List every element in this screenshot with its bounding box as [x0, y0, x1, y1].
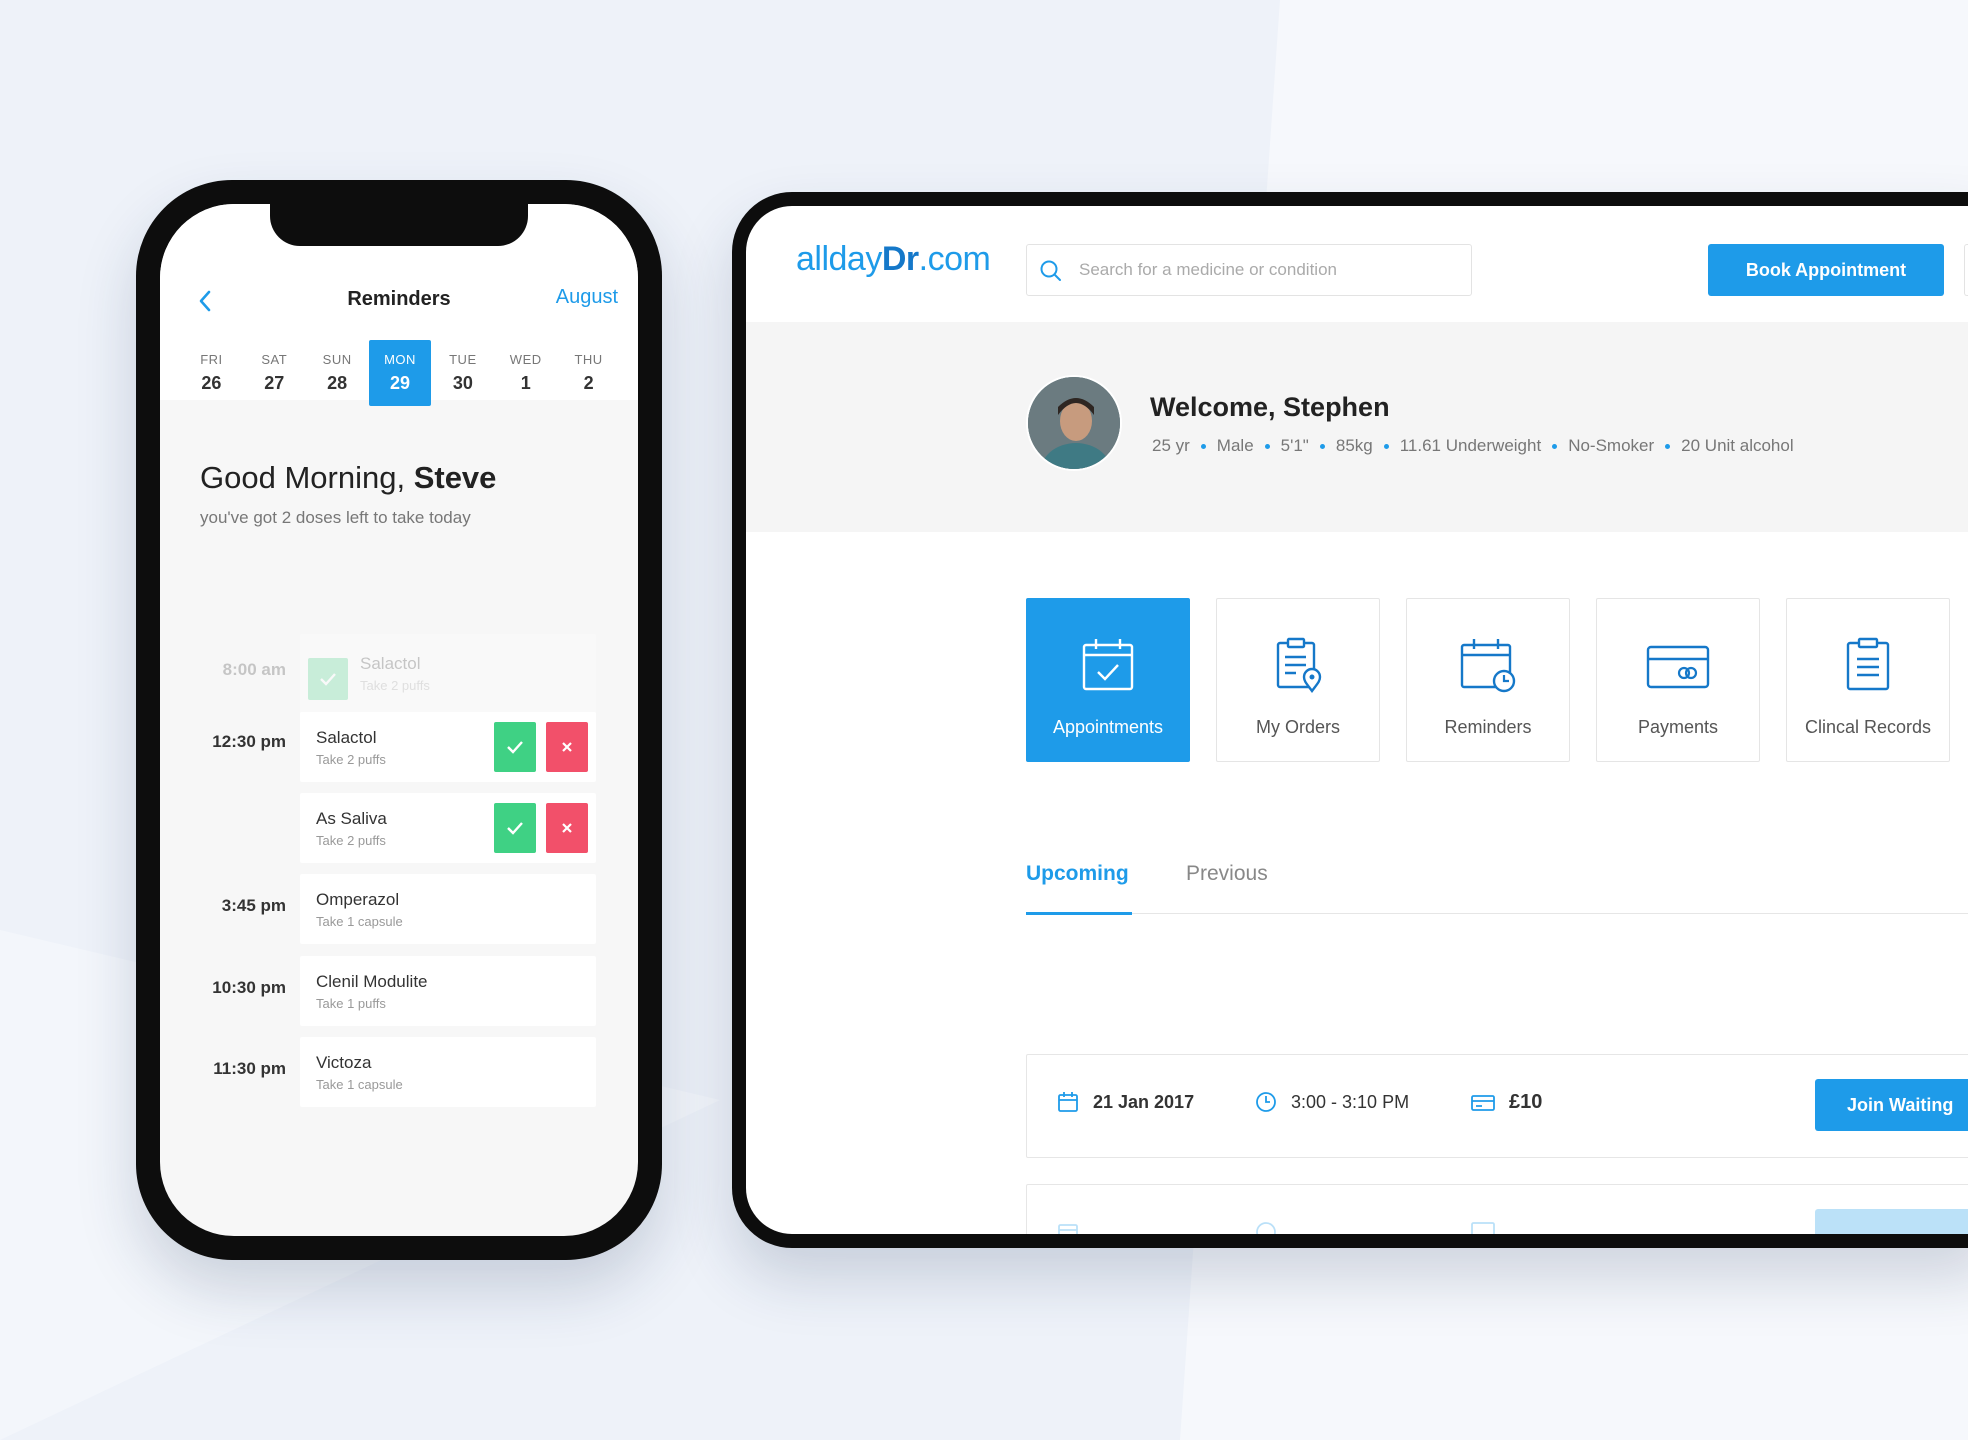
clipboard-pin-icon — [1276, 637, 1322, 693]
greeting: Good Morning, Steve — [200, 460, 497, 495]
header-action-button[interactable] — [1964, 244, 1968, 296]
tablet-mockup: alldayDr.com Book Appointment Welcome, S… — [732, 192, 1968, 1248]
day-item-selected[interactable]: MON 29 — [368, 340, 432, 406]
medicine-dose: Take 1 puffs — [316, 996, 386, 1011]
active-tab-indicator — [1026, 912, 1132, 915]
join-waiting-button[interactable]: Join Waiting — [1815, 1079, 1968, 1131]
clock-icon — [1256, 1222, 1276, 1234]
appointment-date — [1057, 1221, 1093, 1234]
medicine-dose: Take 2 puffs — [316, 752, 386, 767]
profile-stats: 25 yr Male 5'1" 85kg 11.61 Underweight N… — [1152, 436, 1794, 456]
reminder-card[interactable]: Salactol Take 2 puffs — [300, 712, 596, 782]
take-dose-button[interactable] — [494, 803, 536, 853]
reminder-time: 12:30 pm — [212, 732, 286, 751]
medicine-dose: Take 2 puffs — [316, 833, 386, 848]
search-bar[interactable] — [1026, 244, 1472, 296]
site-logo[interactable]: alldayDr.com — [796, 240, 991, 279]
day-strip: FRI 26 SAT 27 SUN 28 MON 29 TUE 30 WED 1 THU 2 — [180, 340, 620, 410]
take-dose-button[interactable] — [494, 722, 536, 772]
close-icon — [562, 823, 572, 833]
clock-icon — [1256, 1092, 1276, 1112]
check-icon — [308, 658, 348, 700]
reminder-card[interactable]: Clenil Modulite Take 1 puffs — [300, 956, 596, 1026]
card-icon — [1471, 1094, 1495, 1111]
card-icon — [1471, 1222, 1495, 1234]
stat-smoker: No-Smoker — [1568, 436, 1655, 455]
medicine-name: Salactol — [360, 654, 421, 673]
reminder-time: 11:30 pm — [213, 1059, 286, 1078]
medicine-dose: Take 1 capsule — [316, 1077, 403, 1092]
medicine-name: Salactol — [316, 728, 377, 747]
calendar-clock-icon — [1460, 639, 1516, 693]
stat-weight: 85kg — [1335, 436, 1373, 455]
tile-clinical-records[interactable]: Clincal Records — [1786, 598, 1950, 762]
join-waiting-button[interactable] — [1815, 1209, 1968, 1234]
tile-my-orders[interactable]: My Orders — [1216, 598, 1380, 762]
day-item[interactable]: SAT 27 — [243, 340, 306, 406]
stat-gender: Male — [1216, 436, 1254, 455]
medicine-dose: Take 1 capsule — [316, 914, 403, 929]
tab-previous[interactable]: Previous — [1186, 862, 1268, 886]
web-screen: alldayDr.com Book Appointment Welcome, S… — [746, 206, 1968, 1234]
reminder-time: 10:30 pm — [212, 978, 286, 997]
medicine-name: As Saliva — [316, 809, 387, 828]
phone-notch — [270, 204, 528, 246]
appointment-time — [1255, 1221, 1291, 1234]
tab-upcoming[interactable]: Upcoming — [1026, 862, 1129, 886]
appointment-date: 21 Jan 2017 — [1057, 1091, 1194, 1113]
search-icon — [1040, 260, 1061, 281]
tile-payments[interactable]: Payments — [1596, 598, 1760, 762]
phone-screen: Reminders August FRI 26 SAT 27 SUN 28 MON 29… — [160, 204, 638, 1236]
search-input[interactable] — [1079, 255, 1459, 285]
day-item[interactable]: THU 2 — [557, 340, 620, 406]
skip-dose-button[interactable] — [546, 803, 588, 853]
card-icon — [1646, 645, 1710, 689]
appointment-time: 3:00 - 3:10 PM — [1255, 1091, 1409, 1113]
greeting-subtitle: you've got 2 doses left to take today — [200, 508, 471, 527]
reminder-time: 3:45 pm — [221, 896, 286, 915]
reminder-card[interactable]: Victoza Take 1 capsule — [300, 1037, 596, 1107]
check-icon — [507, 741, 523, 754]
profile-summary: Welcome, Stephen 25 yr Male 5'1" 85kg 11… — [746, 322, 1968, 532]
medicine-name: Victoza — [316, 1053, 372, 1072]
month-selector[interactable]: August — [556, 286, 618, 309]
appointment-row[interactable] — [1026, 1184, 1968, 1234]
phone-mockup: Reminders August FRI 26 SAT 27 SUN 28 MON 29… — [136, 180, 662, 1260]
stat-alcohol: 20 Unit alcohol — [1681, 436, 1794, 455]
medicine-name: Clenil Modulite — [316, 972, 428, 991]
calendar-icon — [1058, 1224, 1078, 1234]
feature-tiles: Appointments My Orders Reminders Payment… — [1026, 598, 1950, 762]
calendar-icon — [1058, 1092, 1078, 1112]
appointment-price: £10 — [1471, 1091, 1542, 1114]
medicine-name: Omperazol — [316, 890, 400, 909]
calendar-check-icon — [1082, 639, 1134, 691]
appointment-tabs: Upcoming Previous — [1026, 862, 1968, 915]
welcome-heading: Welcome, Stephen — [1150, 392, 1390, 422]
reminder-time: 8:00 am — [222, 660, 286, 679]
day-item[interactable]: SUN 28 — [306, 340, 369, 406]
tile-reminders[interactable]: Reminders — [1406, 598, 1570, 762]
stat-age: 25 yr — [1152, 436, 1190, 455]
appointment-row[interactable]: 21 Jan 2017 3:00 - 3:10 PM £10 Join Wait… — [1026, 1054, 1968, 1158]
close-icon — [562, 742, 572, 752]
appointment-price — [1471, 1221, 1509, 1234]
clipboard-icon — [1846, 637, 1890, 691]
medicine-dose: Take 2 puffs — [360, 678, 430, 693]
reminder-card[interactable]: Omperazol Take 1 capsule — [300, 874, 596, 944]
day-item[interactable]: FRI 26 — [180, 340, 243, 406]
reminder-card[interactable]: As Saliva Take 2 puffs — [300, 793, 596, 863]
skip-dose-button[interactable] — [546, 722, 588, 772]
book-appointment-button[interactable]: Book Appointment — [1708, 244, 1944, 296]
avatar[interactable] — [1026, 375, 1122, 471]
stat-height: 5'1" — [1280, 436, 1309, 455]
user-name: Steve — [413, 460, 497, 495]
check-icon — [507, 822, 523, 835]
day-item[interactable]: WED 1 — [494, 340, 557, 406]
tile-appointments[interactable]: Appointments — [1026, 598, 1190, 762]
day-item[interactable]: TUE 30 — [431, 340, 494, 406]
stat-bmi: 11.61 Underweight — [1399, 436, 1542, 455]
